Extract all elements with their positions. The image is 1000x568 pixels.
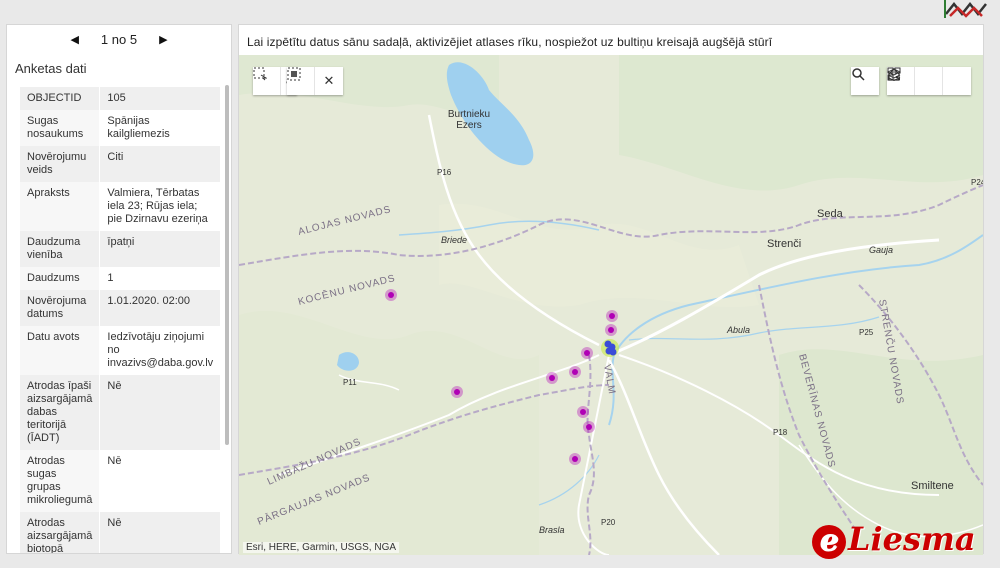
attribute-row: Apraksts Valmiera, Tērbatas iela 23; Rūja… bbox=[20, 182, 221, 231]
attribute-row: Atrodas aizsargājamā biotopā Nē bbox=[20, 512, 221, 553]
river-briede: Briede bbox=[441, 235, 467, 245]
panel-scrollbar[interactable] bbox=[225, 85, 229, 445]
attribute-value: Nē bbox=[99, 450, 221, 512]
observation-marker[interactable] bbox=[609, 313, 615, 319]
pager-text: 1 no 5 bbox=[100, 31, 138, 47]
road-p18: P18 bbox=[773, 428, 788, 437]
attribute-value: Spānijas kailgliemezis bbox=[99, 110, 221, 146]
observation-marker[interactable] bbox=[608, 327, 614, 333]
previous-arrow-icon[interactable]: ◀ bbox=[70, 33, 78, 46]
observation-marker[interactable] bbox=[572, 456, 578, 462]
map-widgets bbox=[887, 67, 971, 95]
search-icon[interactable] bbox=[851, 67, 879, 95]
attribute-key: Daudzuma vienība bbox=[20, 231, 101, 267]
attribute-value: 105 bbox=[99, 87, 221, 110]
search-widget bbox=[851, 67, 879, 95]
clustered-marker[interactable] bbox=[609, 348, 617, 356]
attribute-row: OBJECTID 105 bbox=[20, 87, 221, 110]
attribute-value: Nē bbox=[99, 375, 221, 450]
attribute-row: Atrodas sugas grupas mikroliegumā Nē bbox=[20, 450, 221, 512]
map-view[interactable]: ALOJAS NOVADS KOCĒNU NOVADS LIMBAŽU NOVA… bbox=[239, 55, 983, 555]
road-p20: P20 bbox=[601, 518, 616, 527]
rectangle-select-icon[interactable] bbox=[253, 67, 281, 95]
instruction-text: Lai izpētītu datus sānu sadaļā, aktivizē… bbox=[247, 35, 773, 49]
attribute-value: īpatņi bbox=[99, 231, 221, 267]
road-p11: P11 bbox=[343, 378, 357, 387]
attribute-value: Citi bbox=[99, 146, 221, 182]
attribute-key: OBJECTID bbox=[20, 87, 101, 110]
corner-logo-icon bbox=[944, 0, 987, 18]
place-smiltene: Smiltene bbox=[911, 480, 954, 492]
close-icon[interactable]: ✕ bbox=[315, 67, 343, 95]
road-p25: P25 bbox=[859, 328, 874, 337]
attribute-key: Sugas nosaukums bbox=[20, 110, 101, 146]
attribute-key: Novērojuma datums bbox=[20, 290, 101, 326]
attribute-row: Novērojuma datums 1.01.2020. 02:00 bbox=[20, 290, 221, 326]
observation-marker[interactable] bbox=[580, 409, 586, 415]
qr-code-icon[interactable] bbox=[887, 67, 971, 95]
watermark-text: Liesma bbox=[848, 520, 976, 558]
attribute-key: Apraksts bbox=[20, 182, 101, 231]
watermark-e-logo: e bbox=[812, 525, 846, 559]
map-attribution: Esri, HERE, Garmin, USGS, NGA bbox=[243, 542, 400, 553]
map-panel: Lai izpētītu datus sānu sadaļā, aktivizē… bbox=[238, 24, 984, 555]
attribute-key: Datu avots bbox=[20, 326, 101, 375]
attribute-value: Iedzīvotāju ziņojumi no invazivs@daba.go… bbox=[99, 326, 221, 375]
observation-marker[interactable] bbox=[572, 369, 578, 375]
attribute-row: Daudzums 1 bbox=[20, 267, 221, 290]
attribute-key: Atrodas īpaši aizsargājamā dabas teritor… bbox=[20, 375, 101, 450]
river-brasla: Brasla bbox=[539, 525, 565, 535]
lake-label-1: Burtnieku bbox=[448, 109, 490, 120]
attribute-table: OBJECTID 105 Sugas nosaukums Spānijas kailg… bbox=[20, 87, 221, 553]
road-p16: P16 bbox=[437, 168, 452, 177]
attribute-row: Sugas nosaukums Spānijas kailgliemezis bbox=[20, 110, 221, 146]
next-arrow-icon[interactable]: ▶ bbox=[159, 33, 167, 46]
attribute-key: Atrodas sugas grupas mikroliegumā bbox=[20, 450, 101, 512]
attribute-row: Daudzuma vienība īpatņi bbox=[20, 231, 221, 267]
attribute-value: 1.01.2020. 02:00 bbox=[99, 290, 221, 326]
feature-panel: ◀ 1 no 5 ▶ Anketas dati OBJECTID 105 Sugas… bbox=[6, 24, 232, 554]
observation-marker[interactable] bbox=[388, 292, 394, 298]
attribute-value: Nē bbox=[99, 512, 221, 553]
attribute-key: Novērojumu veids bbox=[20, 146, 101, 182]
observation-marker[interactable] bbox=[549, 375, 555, 381]
layers-icon[interactable] bbox=[887, 67, 943, 95]
observation-marker[interactable] bbox=[454, 389, 460, 395]
place-seda: Seda bbox=[817, 208, 844, 220]
attribute-row: Novērojumu veids Citi bbox=[20, 146, 221, 182]
observation-marker[interactable] bbox=[586, 424, 592, 430]
watermark: e Liesma bbox=[812, 520, 976, 559]
map-canvas: ALOJAS NOVADS KOCĒNU NOVADS LIMBAŽU NOVA… bbox=[239, 55, 983, 555]
river-gauja: Gauja bbox=[869, 245, 893, 255]
attribute-row: Atrodas īpaši aizsargājamā dabas teritor… bbox=[20, 375, 221, 450]
attribute-key: Daudzums bbox=[20, 267, 101, 290]
road-p24: P24 bbox=[971, 178, 983, 187]
selection-actions: ✕ bbox=[287, 67, 343, 95]
select-by-area-icon[interactable] bbox=[287, 67, 315, 95]
pager: ◀ 1 no 5 ▶ bbox=[7, 25, 231, 53]
attribute-value: 1 bbox=[99, 267, 221, 290]
observation-marker[interactable] bbox=[584, 350, 590, 356]
place-strenci: Strenči bbox=[767, 238, 801, 250]
attribute-key: Atrodas aizsargājamā biotopā bbox=[20, 512, 101, 553]
attribute-row: Datu avots Iedzīvotāju ziņojumi no invazi… bbox=[20, 326, 221, 375]
lake-label-2: Ezers bbox=[456, 120, 482, 131]
river-abula: Abula bbox=[726, 325, 750, 335]
attribute-value: Valmiera, Tērbatas iela 23; Rūjas iela; … bbox=[99, 182, 221, 231]
